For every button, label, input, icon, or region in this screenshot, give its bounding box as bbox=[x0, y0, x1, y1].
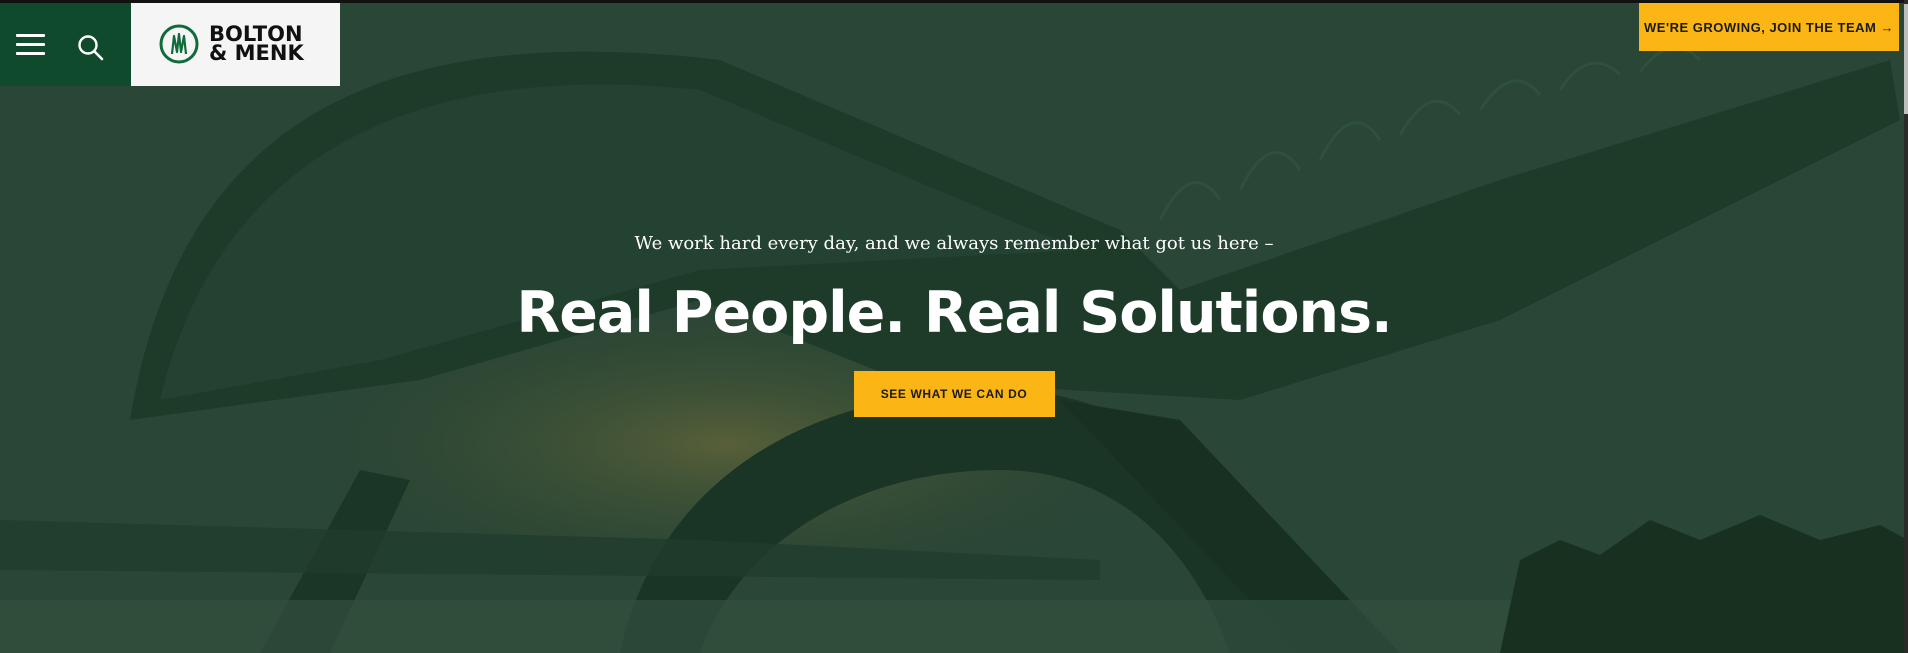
hero-tagline: We work hard every day, and we always re… bbox=[634, 233, 1274, 254]
search-icon[interactable] bbox=[76, 33, 106, 63]
see-what-we-can-do-button[interactable]: SEE WHAT WE CAN DO bbox=[853, 371, 1055, 417]
logo-line-2: & MENK bbox=[209, 41, 304, 65]
hamburger-menu-icon[interactable] bbox=[14, 31, 48, 59]
hero-section: BOLTON & MENK WE'RE GROWING, JOIN THE TE… bbox=[0, 0, 1908, 653]
logo-link[interactable]: BOLTON & MENK bbox=[131, 3, 340, 86]
logo-wordmark: BOLTON & MENK bbox=[209, 24, 329, 65]
scrollbar-track[interactable] bbox=[1904, 0, 1908, 653]
join-the-team-button[interactable]: WE'RE GROWING, JOIN THE TEAM → bbox=[1639, 3, 1899, 51]
scrollbar-thumb[interactable] bbox=[1904, 4, 1908, 114]
hero-headline: Real People. Real Solutions. bbox=[516, 280, 1392, 346]
bolton-menk-logo-mark-icon bbox=[159, 24, 199, 64]
hero-content: We work hard every day, and we always re… bbox=[0, 230, 1908, 417]
nav-strip bbox=[0, 3, 131, 86]
